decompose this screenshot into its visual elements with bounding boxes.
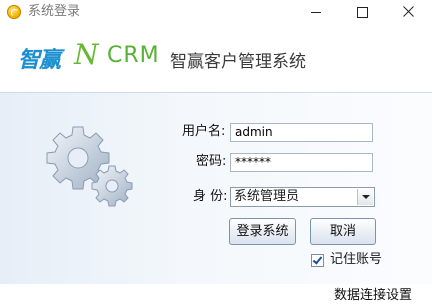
db-connection-settings-link[interactable]: 数据连接设置 — [334, 288, 412, 304]
brand-logo-crm: CRM — [107, 43, 160, 68]
password-input[interactable]: ****** — [230, 153, 373, 172]
role-selected-value: 系统管理员 — [234, 189, 300, 204]
role-label: 身 份: — [193, 189, 228, 204]
brand-logo-text: 智赢 — [18, 48, 61, 73]
chevron-down-icon[interactable] — [357, 189, 373, 205]
remember-account-checkbox[interactable] — [311, 254, 324, 267]
header-banner: 智赢 N CRM 智赢客户管理系统 — [0, 24, 432, 92]
close-icon — [403, 6, 414, 17]
username-label: 用户名: — [182, 124, 226, 139]
maximize-icon — [357, 7, 368, 18]
window-title: 系统登录 — [28, 4, 81, 19]
minimize-icon — [311, 12, 321, 13]
username-input[interactable]: admin — [230, 123, 373, 142]
minimize-button[interactable] — [294, 0, 340, 24]
maximize-button[interactable] — [340, 0, 386, 24]
login-panel: 用户名: admin 密码: ****** 身 份: 系统管理员 登录系统 取消… — [0, 92, 432, 285]
title-bar: 系统登录 — [0, 0, 432, 24]
app-subtitle: 智赢客户管理系统 — [170, 52, 306, 72]
app-logo-icon — [7, 5, 21, 19]
cancel-button[interactable]: 取消 — [310, 218, 376, 245]
gears-icon — [46, 126, 133, 207]
brand-logo-n: N — [74, 38, 98, 71]
role-select[interactable]: 系统管理员 — [230, 187, 375, 207]
footer-bar: 数据连接设置 — [0, 284, 432, 307]
remember-account-label[interactable]: 记住账号 — [330, 252, 382, 268]
password-label: 密码: — [196, 154, 227, 169]
close-button[interactable] — [386, 0, 432, 24]
login-button[interactable]: 登录系统 — [229, 218, 296, 245]
